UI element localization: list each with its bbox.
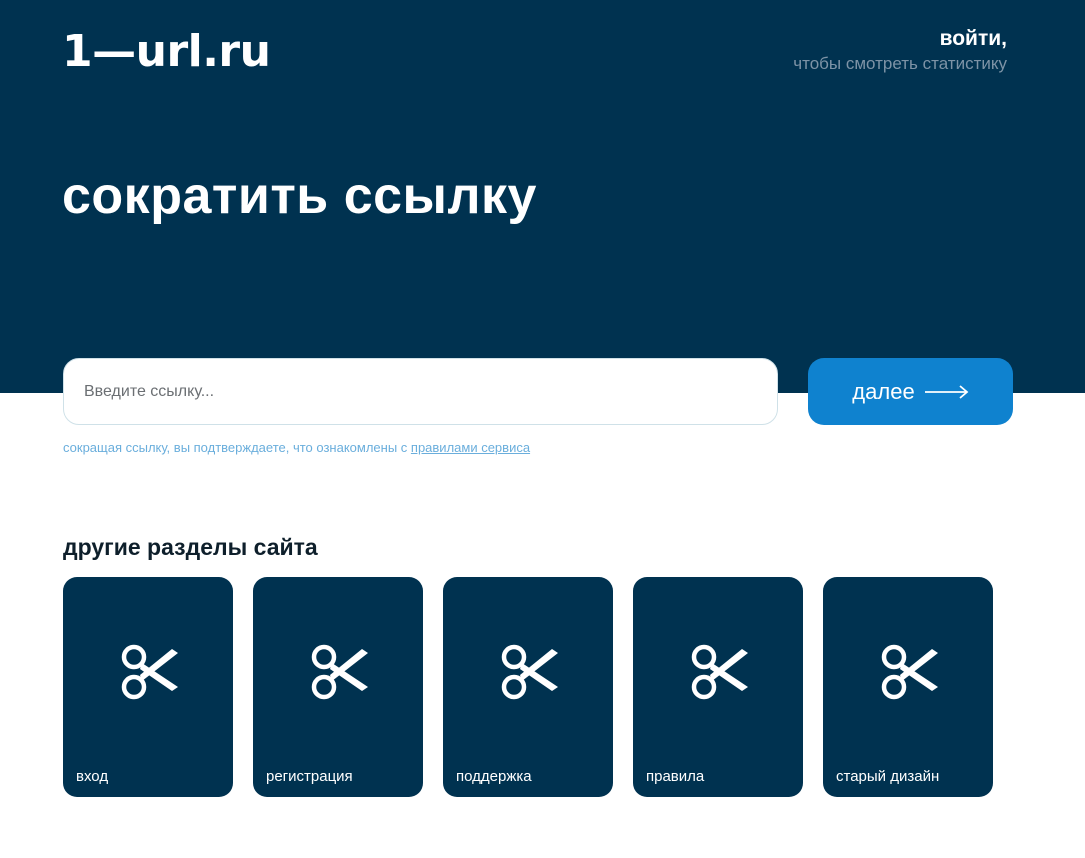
section-card-login[interactable]: вход bbox=[63, 577, 233, 797]
terms-link[interactable]: правилами сервиса bbox=[411, 440, 530, 455]
section-card-support[interactable]: поддержка bbox=[443, 577, 613, 797]
section-card-label: вход bbox=[76, 768, 109, 785]
section-card-label: поддержка bbox=[456, 768, 532, 785]
submit-button[interactable]: далее bbox=[808, 358, 1013, 425]
terms-text: сокращая ссылку, вы подтверждаете, что о… bbox=[63, 440, 411, 455]
page-title: сократить ссылку bbox=[62, 167, 537, 225]
submit-button-label: далее bbox=[852, 378, 915, 404]
url-input[interactable] bbox=[63, 358, 778, 425]
login-subtitle: чтобы смотреть статистику bbox=[793, 54, 1007, 73]
section-card-old-design[interactable]: старый дизайн bbox=[823, 577, 993, 797]
scissors-icon bbox=[121, 644, 178, 700]
terms-notice: сокращая ссылку, вы подтверждаете, что о… bbox=[63, 440, 530, 455]
login-link[interactable]: войти, bbox=[793, 27, 1007, 51]
scissors-icon bbox=[881, 644, 938, 700]
section-card-label: правила bbox=[646, 768, 705, 785]
hero-banner: 1—url.ru войти, чтобы смотреть статистик… bbox=[0, 0, 1085, 393]
section-card-rules[interactable]: правила bbox=[633, 577, 803, 797]
section-card-label: старый дизайн bbox=[836, 768, 940, 785]
section-card-register[interactable]: регистрация bbox=[253, 577, 423, 797]
site-logo[interactable]: 1—url.ru bbox=[62, 26, 271, 77]
login-block: войти, чтобы смотреть статистику bbox=[793, 27, 1007, 74]
sections-cards: вход регистрация поддержка правила стары… bbox=[63, 577, 993, 797]
scissors-icon bbox=[311, 644, 368, 700]
scissors-icon bbox=[691, 644, 748, 700]
section-card-label: регистрация bbox=[266, 768, 353, 785]
scissors-icon bbox=[501, 644, 558, 700]
sections-title: другие разделы сайта bbox=[63, 534, 318, 560]
arrow-right-icon bbox=[924, 384, 969, 399]
